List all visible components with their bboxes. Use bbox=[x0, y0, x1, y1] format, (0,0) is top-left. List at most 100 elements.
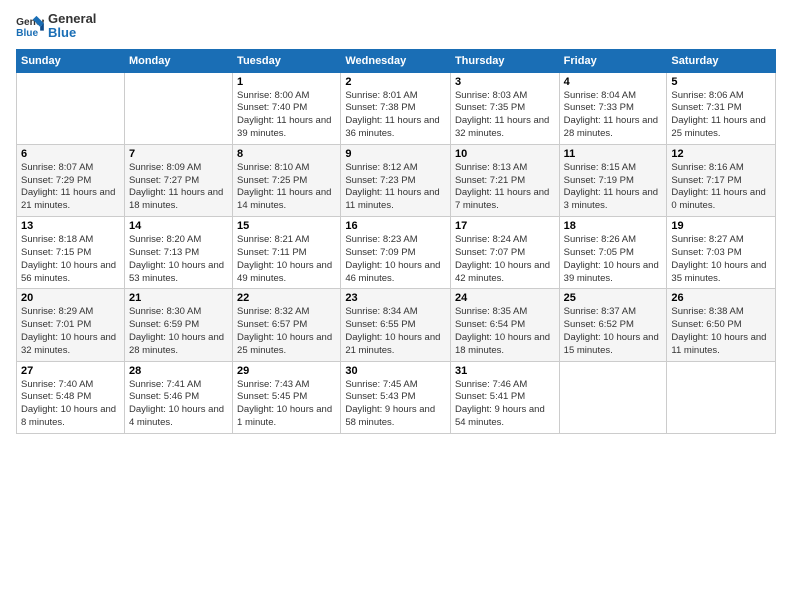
day-info: Sunrise: 8:04 AM Sunset: 7:33 PM Dayligh… bbox=[564, 90, 663, 141]
day-number: 26 bbox=[671, 292, 771, 304]
calendar-table: SundayMondayTuesdayWednesdayThursdayFrid… bbox=[16, 49, 776, 434]
day-info: Sunrise: 8:29 AM Sunset: 7:01 PM Dayligh… bbox=[21, 306, 120, 357]
calendar-cell: 23 Sunrise: 8:34 AM Sunset: 6:55 PM Dayli… bbox=[341, 289, 451, 361]
calendar-cell: 6 Sunrise: 8:07 AM Sunset: 7:29 PM Daylig… bbox=[17, 144, 125, 216]
calendar-cell bbox=[667, 361, 776, 433]
calendar-cell bbox=[559, 361, 667, 433]
weekday-header: Sunday bbox=[17, 49, 125, 72]
day-info: Sunrise: 8:00 AM Sunset: 7:40 PM Dayligh… bbox=[237, 90, 336, 141]
day-number: 10 bbox=[455, 148, 555, 160]
day-info: Sunrise: 7:46 AM Sunset: 5:41 PM Dayligh… bbox=[455, 379, 555, 430]
day-info: Sunrise: 8:32 AM Sunset: 6:57 PM Dayligh… bbox=[237, 306, 336, 357]
calendar-body: 1Sunrise: 8:00 AM Sunset: 7:40 PM Daylig… bbox=[17, 72, 776, 433]
day-number: 7 bbox=[129, 148, 228, 160]
calendar-cell: 4Sunrise: 8:04 AM Sunset: 7:33 PM Daylig… bbox=[559, 72, 667, 144]
calendar-cell: 21 Sunrise: 8:30 AM Sunset: 6:59 PM Dayli… bbox=[124, 289, 232, 361]
day-number: 13 bbox=[21, 220, 120, 232]
day-info: Sunrise: 8:16 AM Sunset: 7:17 PM Dayligh… bbox=[671, 162, 771, 213]
day-number: 5 bbox=[671, 76, 771, 88]
day-number: 22 bbox=[237, 292, 336, 304]
calendar-cell: 17 Sunrise: 8:24 AM Sunset: 7:07 PM Dayli… bbox=[450, 217, 559, 289]
day-info: Sunrise: 7:41 AM Sunset: 5:46 PM Dayligh… bbox=[129, 379, 228, 430]
day-info: Sunrise: 8:01 AM Sunset: 7:38 PM Dayligh… bbox=[345, 90, 446, 141]
day-info: Sunrise: 8:38 AM Sunset: 6:50 PM Dayligh… bbox=[671, 306, 771, 357]
svg-text:Blue: Blue bbox=[16, 28, 38, 38]
calendar-cell: 26 Sunrise: 8:38 AM Sunset: 6:50 PM Dayli… bbox=[667, 289, 776, 361]
calendar-week-row: 1Sunrise: 8:00 AM Sunset: 7:40 PM Daylig… bbox=[17, 72, 776, 144]
day-number: 8 bbox=[237, 148, 336, 160]
calendar-cell: 27Sunrise: 7:40 AM Sunset: 5:48 PM Dayli… bbox=[17, 361, 125, 433]
calendar-cell: 22 Sunrise: 8:32 AM Sunset: 6:57 PM Dayli… bbox=[233, 289, 341, 361]
day-number: 15 bbox=[237, 220, 336, 232]
weekday-header: Monday bbox=[124, 49, 232, 72]
weekday-header: Tuesday bbox=[233, 49, 341, 72]
calendar-cell: 5 Sunrise: 8:06 AM Sunset: 7:31 PM Daylig… bbox=[667, 72, 776, 144]
day-number: 24 bbox=[455, 292, 555, 304]
day-info: Sunrise: 7:45 AM Sunset: 5:43 PM Dayligh… bbox=[345, 379, 446, 430]
day-info: Sunrise: 8:20 AM Sunset: 7:13 PM Dayligh… bbox=[129, 234, 228, 285]
day-info: Sunrise: 8:30 AM Sunset: 6:59 PM Dayligh… bbox=[129, 306, 228, 357]
logo-general: General bbox=[48, 12, 96, 26]
calendar-cell: 8Sunrise: 8:10 AM Sunset: 7:25 PM Daylig… bbox=[233, 144, 341, 216]
calendar-cell: 9Sunrise: 8:12 AM Sunset: 7:23 PM Daylig… bbox=[341, 144, 451, 216]
day-info: Sunrise: 8:21 AM Sunset: 7:11 PM Dayligh… bbox=[237, 234, 336, 285]
day-number: 31 bbox=[455, 365, 555, 377]
day-info: Sunrise: 8:18 AM Sunset: 7:15 PM Dayligh… bbox=[21, 234, 120, 285]
day-number: 6 bbox=[21, 148, 120, 160]
day-info: Sunrise: 8:35 AM Sunset: 6:54 PM Dayligh… bbox=[455, 306, 555, 357]
calendar-week-row: 6 Sunrise: 8:07 AM Sunset: 7:29 PM Daylig… bbox=[17, 144, 776, 216]
calendar-week-row: 13 Sunrise: 8:18 AM Sunset: 7:15 PM Dayli… bbox=[17, 217, 776, 289]
calendar-header-row: SundayMondayTuesdayWednesdayThursdayFrid… bbox=[17, 49, 776, 72]
day-number: 12 bbox=[671, 148, 771, 160]
weekday-header: Friday bbox=[559, 49, 667, 72]
calendar-cell: 3 Sunrise: 8:03 AM Sunset: 7:35 PM Daylig… bbox=[450, 72, 559, 144]
day-number: 18 bbox=[564, 220, 663, 232]
weekday-header: Saturday bbox=[667, 49, 776, 72]
calendar-cell: 14 Sunrise: 8:20 AM Sunset: 7:13 PM Dayli… bbox=[124, 217, 232, 289]
calendar-cell: 15 Sunrise: 8:21 AM Sunset: 7:11 PM Dayli… bbox=[233, 217, 341, 289]
calendar-cell bbox=[17, 72, 125, 144]
logo-blue: Blue bbox=[48, 26, 96, 40]
day-number: 3 bbox=[455, 76, 555, 88]
calendar-cell: 25Sunrise: 8:37 AM Sunset: 6:52 PM Dayli… bbox=[559, 289, 667, 361]
day-number: 25 bbox=[564, 292, 663, 304]
weekday-header: Wednesday bbox=[341, 49, 451, 72]
day-number: 30 bbox=[345, 365, 446, 377]
calendar-cell: 16Sunrise: 8:23 AM Sunset: 7:09 PM Dayli… bbox=[341, 217, 451, 289]
page: General Blue General Blue SundayMondayTu… bbox=[0, 0, 792, 612]
calendar-cell: 1Sunrise: 8:00 AM Sunset: 7:40 PM Daylig… bbox=[233, 72, 341, 144]
day-info: Sunrise: 8:34 AM Sunset: 6:55 PM Dayligh… bbox=[345, 306, 446, 357]
calendar-cell: 31 Sunrise: 7:46 AM Sunset: 5:41 PM Dayli… bbox=[450, 361, 559, 433]
day-info: Sunrise: 8:06 AM Sunset: 7:31 PM Dayligh… bbox=[671, 90, 771, 141]
day-number: 11 bbox=[564, 148, 663, 160]
day-number: 21 bbox=[129, 292, 228, 304]
day-number: 27 bbox=[21, 365, 120, 377]
calendar-cell: 2Sunrise: 8:01 AM Sunset: 7:38 PM Daylig… bbox=[341, 72, 451, 144]
calendar-cell bbox=[124, 72, 232, 144]
calendar-cell: 20 Sunrise: 8:29 AM Sunset: 7:01 PM Dayli… bbox=[17, 289, 125, 361]
day-info: Sunrise: 8:03 AM Sunset: 7:35 PM Dayligh… bbox=[455, 90, 555, 141]
day-number: 17 bbox=[455, 220, 555, 232]
calendar-cell: 28 Sunrise: 7:41 AM Sunset: 5:46 PM Dayli… bbox=[124, 361, 232, 433]
calendar-cell: 24 Sunrise: 8:35 AM Sunset: 6:54 PM Dayli… bbox=[450, 289, 559, 361]
calendar-cell: 12 Sunrise: 8:16 AM Sunset: 7:17 PM Dayli… bbox=[667, 144, 776, 216]
day-info: Sunrise: 8:27 AM Sunset: 7:03 PM Dayligh… bbox=[671, 234, 771, 285]
calendar-cell: 10 Sunrise: 8:13 AM Sunset: 7:21 PM Dayli… bbox=[450, 144, 559, 216]
day-number: 19 bbox=[671, 220, 771, 232]
logo-icon: General Blue bbox=[16, 14, 44, 38]
day-number: 14 bbox=[129, 220, 228, 232]
calendar-cell: 19 Sunrise: 8:27 AM Sunset: 7:03 PM Dayli… bbox=[667, 217, 776, 289]
day-info: Sunrise: 8:13 AM Sunset: 7:21 PM Dayligh… bbox=[455, 162, 555, 213]
day-info: Sunrise: 8:07 AM Sunset: 7:29 PM Dayligh… bbox=[21, 162, 120, 213]
day-number: 20 bbox=[21, 292, 120, 304]
day-info: Sunrise: 8:09 AM Sunset: 7:27 PM Dayligh… bbox=[129, 162, 228, 213]
calendar-cell: 18 Sunrise: 8:26 AM Sunset: 7:05 PM Dayli… bbox=[559, 217, 667, 289]
day-info: Sunrise: 8:26 AM Sunset: 7:05 PM Dayligh… bbox=[564, 234, 663, 285]
calendar-cell: 29Sunrise: 7:43 AM Sunset: 5:45 PM Dayli… bbox=[233, 361, 341, 433]
calendar-cell: 13 Sunrise: 8:18 AM Sunset: 7:15 PM Dayli… bbox=[17, 217, 125, 289]
logo: General Blue General Blue bbox=[16, 12, 96, 41]
day-number: 28 bbox=[129, 365, 228, 377]
calendar-cell: 30 Sunrise: 7:45 AM Sunset: 5:43 PM Dayli… bbox=[341, 361, 451, 433]
day-info: Sunrise: 8:24 AM Sunset: 7:07 PM Dayligh… bbox=[455, 234, 555, 285]
day-number: 23 bbox=[345, 292, 446, 304]
